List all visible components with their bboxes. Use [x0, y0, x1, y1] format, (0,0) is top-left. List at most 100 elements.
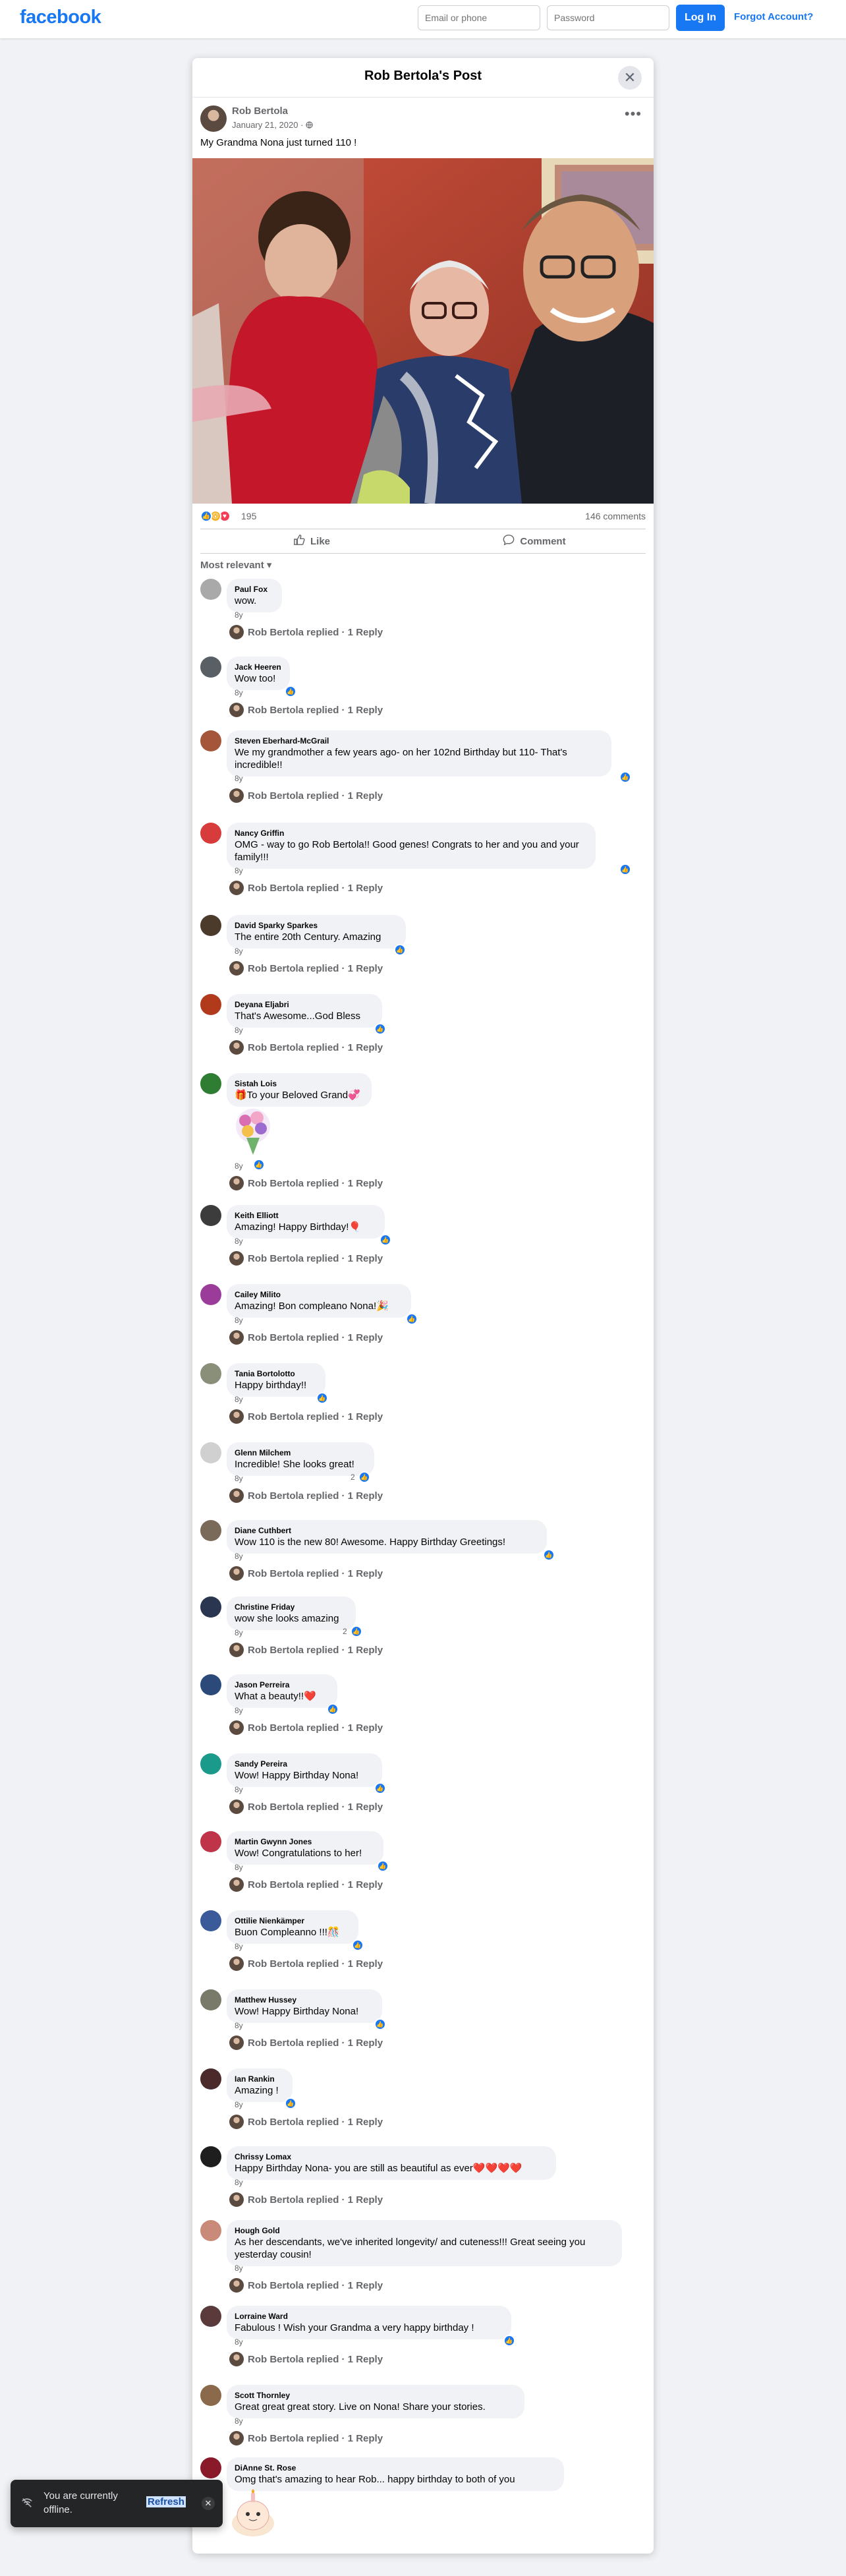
like-reaction-icon[interactable]: 👍 — [351, 1625, 362, 1637]
commenter-name[interactable]: Diane Cuthbert — [235, 1525, 539, 1536]
commenter-avatar[interactable] — [200, 2385, 221, 2406]
like-reaction-icon[interactable]: 👍 — [352, 1939, 364, 1951]
like-reaction-icon[interactable]: 👍 — [374, 2018, 386, 2030]
reaction-count[interactable]: 2 — [343, 1627, 347, 1636]
view-replies-link[interactable]: Rob Bertola replied · 1 Reply — [229, 1251, 383, 1266]
comment-timestamp[interactable]: 8y — [235, 2264, 243, 2273]
comment-count[interactable]: 146 comments — [585, 511, 646, 521]
login-button[interactable]: Log In — [676, 5, 725, 31]
like-reaction-icon[interactable]: 👍 — [358, 1471, 370, 1483]
like-reaction-icon[interactable]: 👍 — [285, 686, 296, 697]
password-input[interactable] — [547, 5, 669, 30]
view-replies-link[interactable]: Rob Bertola replied · 1 Reply — [229, 2431, 383, 2445]
commenter-name[interactable]: Sistah Lois — [235, 1078, 364, 1089]
comment-timestamp[interactable]: 8y — [235, 2178, 243, 2187]
view-replies-link[interactable]: Rob Bertola replied · 1 Reply — [229, 1176, 383, 1190]
commenter-name[interactable]: Deyana Eljabri — [235, 999, 374, 1010]
commenter-name[interactable]: Paul Fox — [235, 584, 274, 595]
comment-timestamp[interactable]: 8y — [235, 774, 243, 783]
author-avatar[interactable] — [200, 105, 227, 132]
commenter-avatar[interactable] — [200, 1520, 221, 1541]
view-replies-link[interactable]: Rob Bertola replied · 1 Reply — [229, 1800, 383, 1814]
view-replies-link[interactable]: Rob Bertola replied · 1 Reply — [229, 2035, 383, 2050]
close-icon[interactable]: ✕ — [618, 66, 642, 90]
reaction-count[interactable]: 2 — [351, 1473, 355, 1482]
view-replies-link[interactable]: Rob Bertola replied · 1 Reply — [229, 961, 383, 976]
comment-timestamp[interactable]: 8y — [235, 1628, 243, 1637]
commenter-avatar[interactable] — [200, 2457, 221, 2478]
like-reaction-icon[interactable]: 👍 — [619, 771, 631, 783]
view-replies-link[interactable]: Rob Bertola replied · 1 Reply — [229, 1956, 383, 1971]
like-reaction-icon[interactable]: 👍 — [200, 510, 212, 522]
commenter-name[interactable]: Scott Thornley — [235, 2390, 517, 2401]
comment-timestamp[interactable]: 8y — [235, 1863, 243, 1872]
commenter-name[interactable]: Glenn Milchem — [235, 1448, 366, 1458]
commenter-avatar[interactable] — [200, 2068, 221, 2090]
view-replies-link[interactable]: Rob Bertola replied · 1 Reply — [229, 1643, 383, 1657]
view-replies-link[interactable]: Rob Bertola replied · 1 Reply — [229, 1566, 383, 1581]
comment-timestamp[interactable]: 8y — [235, 2100, 243, 2109]
commenter-name[interactable]: Ian Rankin — [235, 2074, 285, 2084]
view-replies-link[interactable]: Rob Bertola replied · 1 Reply — [229, 2278, 383, 2293]
comment-timestamp[interactable]: 8y — [235, 1161, 243, 1171]
forgot-account-link[interactable]: Forgot Account? — [734, 11, 813, 22]
comment-timestamp[interactable]: 8y — [235, 1237, 243, 1246]
more-options-icon[interactable]: ••• — [625, 107, 642, 121]
like-reaction-icon[interactable]: 👍 — [374, 1023, 386, 1035]
like-reaction-icon[interactable]: 👍 — [619, 864, 631, 875]
commenter-avatar[interactable] — [200, 1674, 221, 1695]
view-replies-link[interactable]: Rob Bertola replied · 1 Reply — [229, 2192, 383, 2207]
comment-timestamp[interactable]: 8y — [235, 2416, 243, 2426]
like-reaction-icon[interactable]: 👍 — [285, 2097, 296, 2109]
comment-timestamp[interactable]: 8y — [235, 610, 243, 620]
refresh-link[interactable]: Refresh — [146, 2496, 186, 2507]
view-replies-link[interactable]: Rob Bertola replied · 1 Reply — [229, 1720, 383, 1735]
commenter-avatar[interactable] — [200, 1753, 221, 1774]
comment-sort-dropdown[interactable]: Most relevant ▾ — [200, 559, 271, 571]
like-reaction-icon[interactable]: 👍 — [377, 1860, 389, 1872]
commenter-avatar[interactable] — [200, 730, 221, 751]
commenter-avatar[interactable] — [200, 2220, 221, 2241]
like-button[interactable]: Like — [200, 529, 423, 553]
commenter-name[interactable]: DiAnne St. Rose — [235, 2463, 556, 2473]
commenter-name[interactable]: Ottilie Nienkämper — [235, 1916, 351, 1926]
comment-button[interactable]: Comment — [423, 529, 646, 553]
view-replies-link[interactable]: Rob Bertola replied · 1 Reply — [229, 625, 383, 639]
comment-timestamp[interactable]: 8y — [235, 688, 243, 697]
commenter-avatar[interactable] — [200, 1205, 221, 1226]
commenter-name[interactable]: Cailey Milito — [235, 1289, 403, 1300]
commenter-name[interactable]: Steven Eberhard-McGrail — [235, 736, 604, 746]
commenter-avatar[interactable] — [200, 823, 221, 844]
commenter-name[interactable]: Jason Perreira — [235, 1680, 329, 1690]
comment-timestamp[interactable]: 8y — [235, 1474, 243, 1483]
like-reaction-icon[interactable]: 👍 — [253, 1159, 265, 1171]
commenter-name[interactable]: Matthew Hussey — [235, 1995, 374, 2005]
commenter-avatar[interactable] — [200, 1073, 221, 1094]
commenter-name[interactable]: Martin Gwynn Jones — [235, 1836, 376, 1847]
like-reaction-icon[interactable]: 👍 — [374, 1782, 386, 1794]
comment-timestamp[interactable]: 8y — [235, 2337, 243, 2347]
email-input[interactable] — [418, 5, 540, 30]
view-replies-link[interactable]: Rob Bertola replied · 1 Reply — [229, 703, 383, 717]
commenter-avatar[interactable] — [200, 1363, 221, 1384]
comment-timestamp[interactable]: 8y — [235, 1026, 243, 1035]
view-replies-link[interactable]: Rob Bertola replied · 1 Reply — [229, 1488, 383, 1503]
commenter-name[interactable]: Lorraine Ward — [235, 2311, 503, 2322]
comment-timestamp[interactable]: 8y — [235, 947, 243, 956]
commenter-name[interactable]: Chrissy Lomax — [235, 2152, 548, 2162]
view-replies-link[interactable]: Rob Bertola replied · 1 Reply — [229, 881, 383, 895]
like-reaction-icon[interactable]: 👍 — [503, 2335, 515, 2347]
like-reaction-icon[interactable]: 👍 — [394, 944, 406, 956]
commenter-name[interactable]: Tania Bortolotto — [235, 1368, 318, 1379]
close-icon[interactable]: ✕ — [202, 2497, 215, 2510]
view-replies-link[interactable]: Rob Bertola replied · 1 Reply — [229, 1877, 383, 1892]
commenter-name[interactable]: David Sparky Sparkes — [235, 920, 398, 931]
commenter-avatar[interactable] — [200, 2146, 221, 2167]
commenter-name[interactable]: Nancy Griffin — [235, 828, 588, 838]
post-date[interactable]: January 21, 2020 · — [232, 120, 303, 130]
author-name[interactable]: Rob Bertola — [232, 105, 288, 117]
commenter-name[interactable]: Christine Friday — [235, 1602, 348, 1612]
like-reaction-icon[interactable]: 👍 — [316, 1392, 328, 1404]
commenter-avatar[interactable] — [200, 579, 221, 600]
like-reaction-icon[interactable]: 👍 — [543, 1549, 555, 1561]
